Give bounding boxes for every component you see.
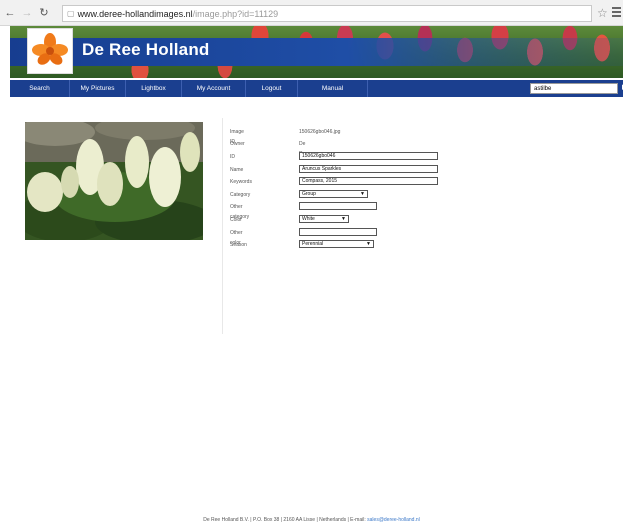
- season-select[interactable]: Perennial ▼: [299, 240, 374, 248]
- tulip-logo-icon: [32, 33, 68, 65]
- other-category-field[interactable]: [299, 202, 377, 210]
- plant-photo: [25, 122, 203, 240]
- url-host: www.deree-hollandimages.nl: [77, 8, 193, 19]
- other-color-field[interactable]: [299, 228, 377, 236]
- id-label: ID: [230, 154, 235, 160]
- season-label: Season: [230, 242, 247, 248]
- owner-label: Owner: [230, 141, 245, 147]
- forward-arrow-icon[interactable]: →: [20, 6, 34, 20]
- footer-email-link[interactable]: sales@deree-holland.nl: [367, 517, 420, 523]
- nav-lightbox[interactable]: Lightbox: [126, 80, 182, 97]
- reload-icon[interactable]: ↻: [37, 6, 51, 20]
- browser-menu-icon[interactable]: [612, 5, 621, 19]
- page-icon: ▢: [67, 9, 75, 18]
- keywords-field[interactable]: Compass, 2015: [299, 177, 438, 185]
- search-input[interactable]: astilbe: [530, 83, 618, 94]
- keywords-label: Keywords: [230, 179, 252, 185]
- color-label: Color: [230, 217, 242, 223]
- chevron-down-icon: ▼: [360, 191, 365, 197]
- nav-search[interactable]: Search: [10, 80, 70, 97]
- url-path: /image.php?id=11129: [192, 8, 279, 19]
- name-field[interactable]: Aruncus Sparkles: [299, 165, 438, 173]
- category-select-value: Group: [302, 191, 316, 197]
- chevron-down-icon: ▼: [341, 216, 346, 222]
- main-nav: Search My Pictures Lightbox My Account L…: [10, 80, 623, 97]
- category-label: Category: [230, 192, 251, 198]
- brand-name: De Ree Holland: [82, 40, 210, 59]
- site-logo[interactable]: [27, 28, 73, 74]
- nav-logout[interactable]: Logout: [246, 80, 298, 97]
- chevron-down-icon: ▼: [366, 241, 371, 247]
- content-divider: [222, 118, 223, 334]
- season-select-value: Perennial: [302, 241, 324, 247]
- bookmark-star-icon[interactable]: ☆: [597, 6, 608, 20]
- back-arrow-icon[interactable]: ←: [3, 6, 17, 20]
- nav-manual[interactable]: Manual: [298, 80, 368, 97]
- nav-my-pictures[interactable]: My Pictures: [70, 80, 126, 97]
- color-select[interactable]: White ▼: [299, 215, 349, 223]
- nav-my-account[interactable]: My Account: [182, 80, 246, 97]
- name-label: Name: [230, 167, 244, 173]
- address-bar[interactable]: ▢ www.deree-hollandimages.nl/image.php?i…: [62, 5, 592, 22]
- category-select[interactable]: Group ▼: [299, 190, 368, 198]
- astilbe-image: [25, 122, 203, 240]
- id-field[interactable]: 150626gbo046: [299, 152, 438, 160]
- page-footer: De Ree Holland B.V. | P.O. Box 38 | 2160…: [0, 517, 623, 523]
- site-banner: De Ree Holland: [10, 26, 623, 78]
- footer-text: De Ree Holland B.V. | P.O. Box 38 | 2160…: [203, 517, 366, 523]
- browser-toolbar: ← → ↻ ▢ www.deree-hollandimages.nl/image…: [0, 0, 623, 26]
- color-select-value: White: [302, 216, 315, 222]
- image-id-value: 150626gbo046.jpg: [299, 129, 341, 135]
